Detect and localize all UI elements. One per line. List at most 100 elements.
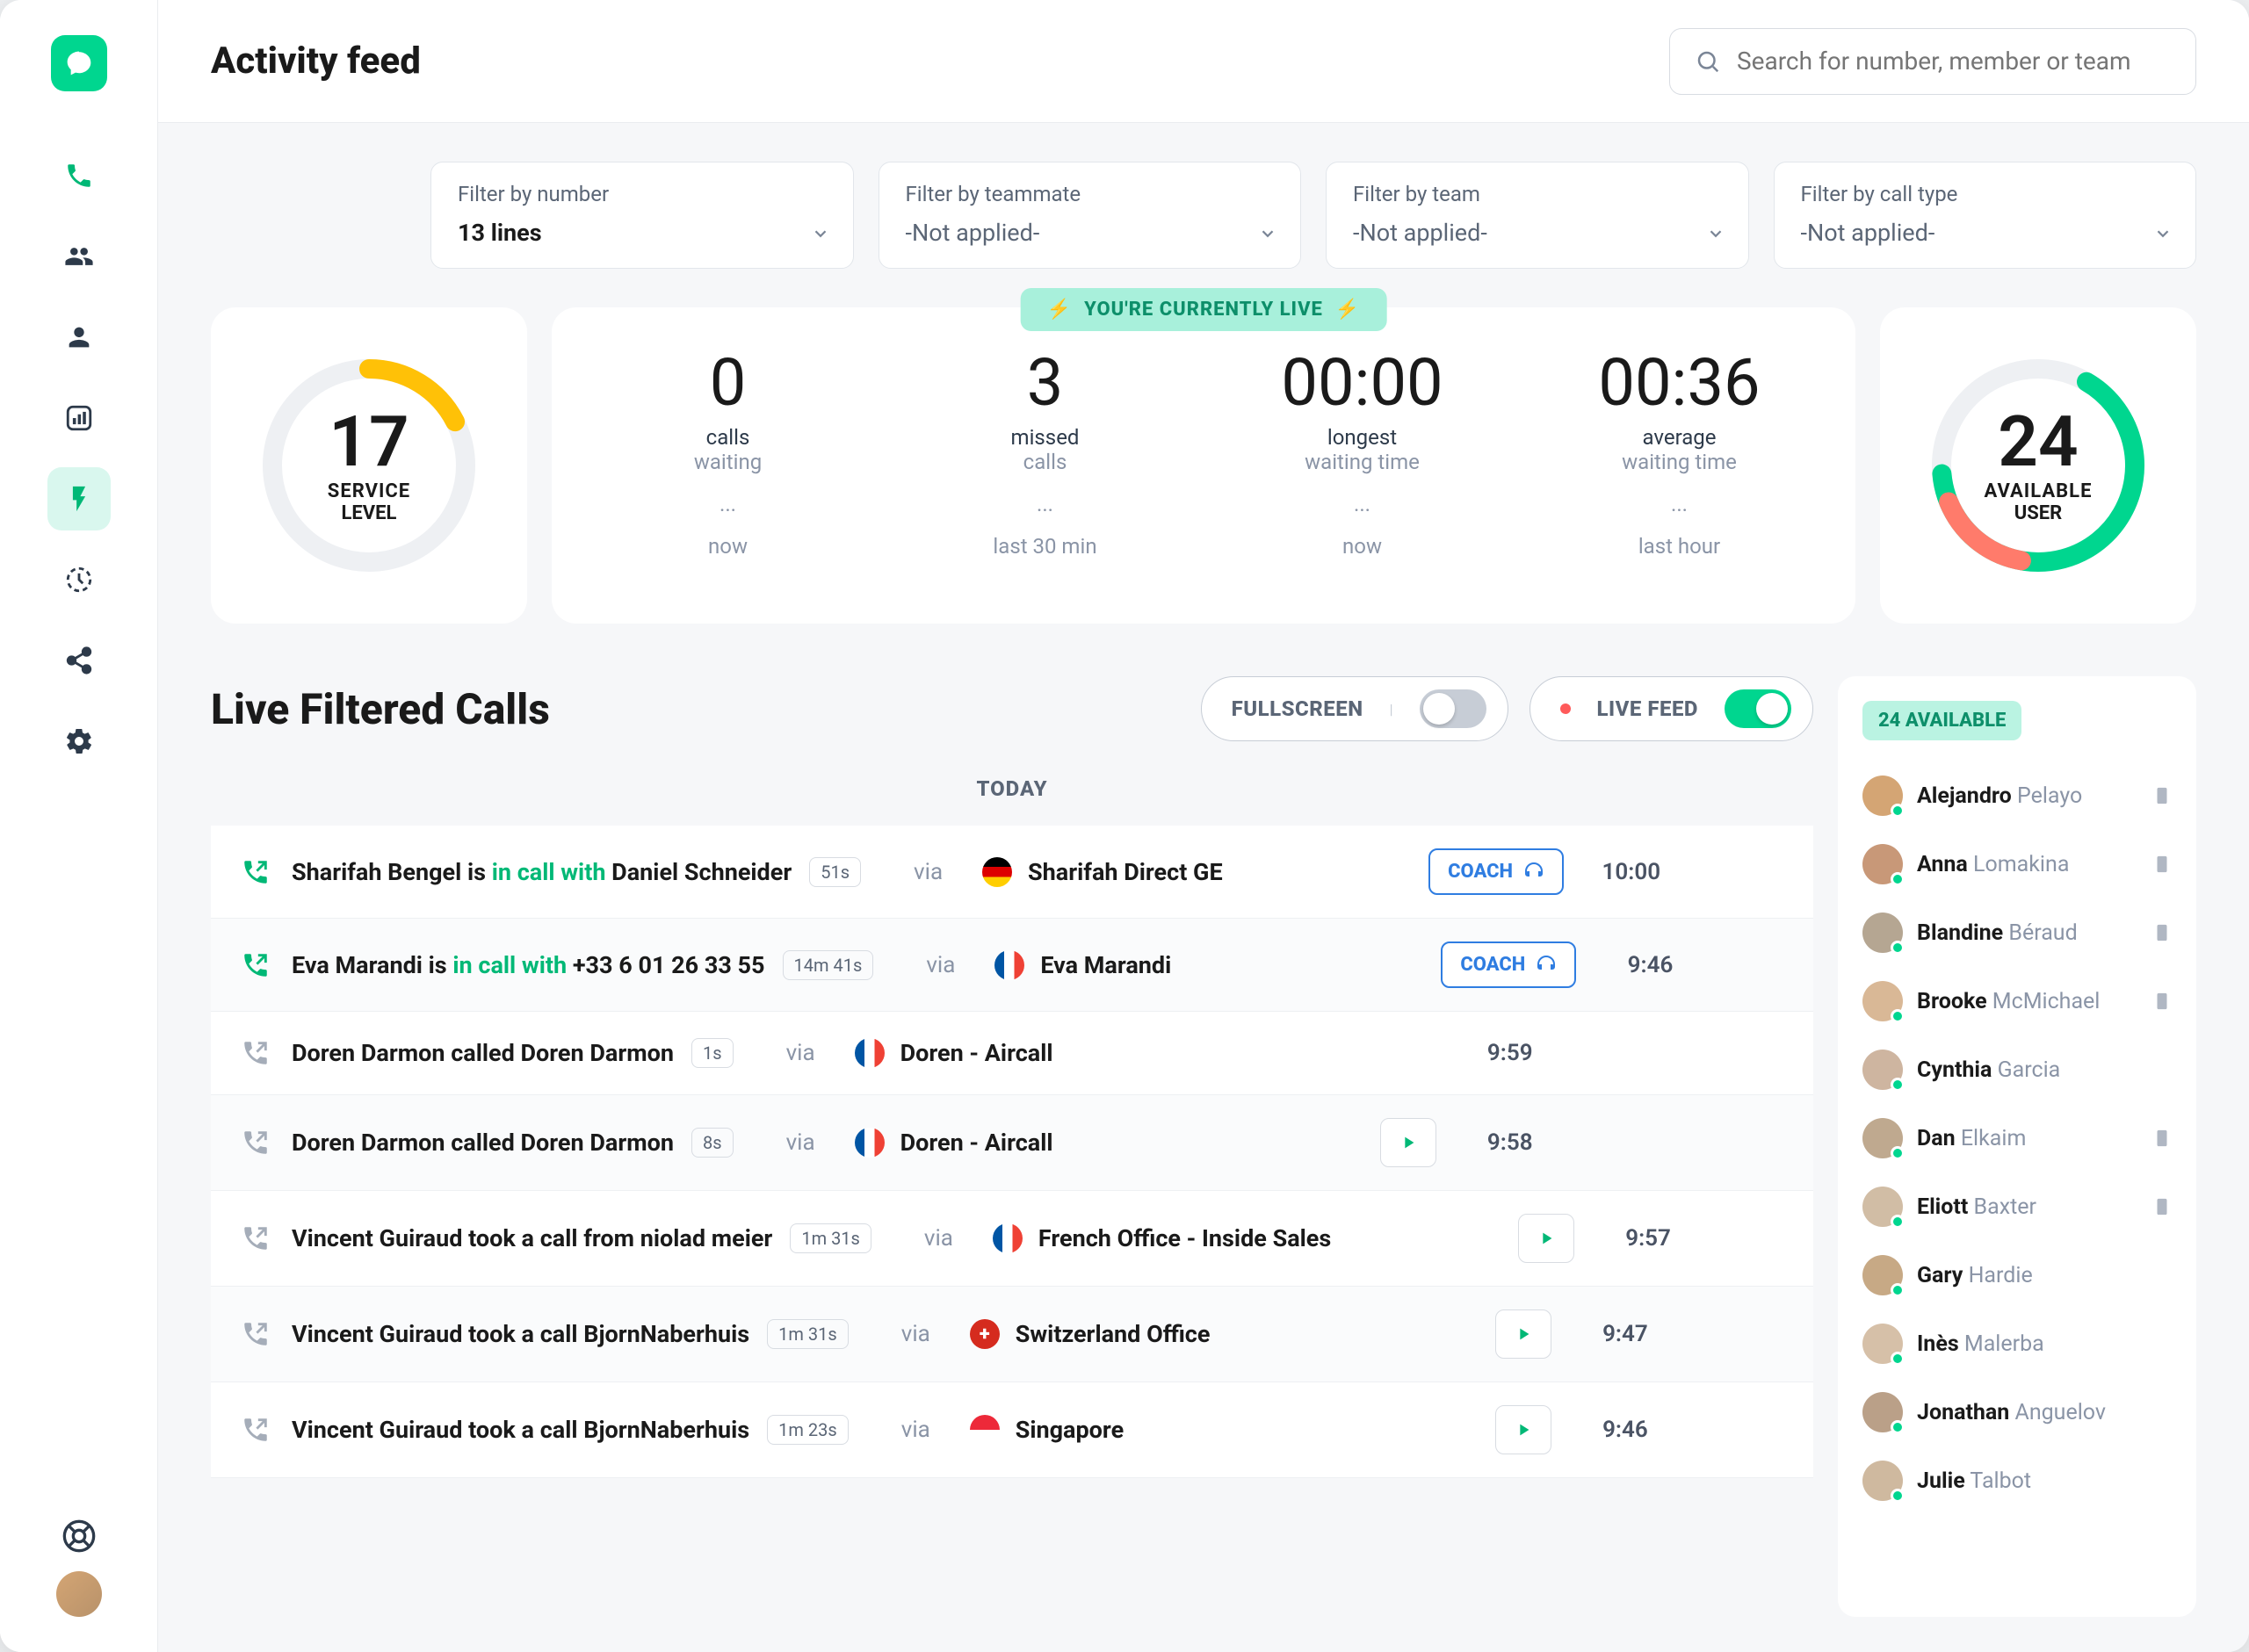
- user-row[interactable]: Brooke McMichael: [1862, 967, 2172, 1035]
- call-direction-icon: [237, 1035, 274, 1071]
- today-label: TODAY: [211, 776, 1813, 801]
- user-name: Gary Hardie: [1917, 1263, 2033, 1288]
- call-duration: 1m 31s: [790, 1223, 871, 1253]
- nav-activity-icon[interactable]: [47, 467, 111, 530]
- play-button[interactable]: [1495, 1405, 1551, 1454]
- flag-icon: [970, 1415, 1000, 1445]
- call-direction-icon: [237, 1220, 274, 1257]
- call-row[interactable]: Doren Darmon called Doren Darmon 1s via …: [211, 1012, 1813, 1095]
- avatar: [1862, 1324, 1903, 1364]
- avatar: [1862, 1392, 1903, 1432]
- page-title: Activity feed: [211, 40, 421, 83]
- live-badge: ⚡YOU'RE CURRENTLY LIVE⚡: [1021, 288, 1387, 331]
- via-label: via: [914, 859, 966, 885]
- user-row[interactable]: Dan Elkaim: [1862, 1104, 2172, 1172]
- user-row[interactable]: Jonathan Anguelov: [1862, 1378, 2172, 1446]
- device-icon: [2152, 783, 2172, 809]
- stat-value: 0: [578, 351, 878, 416]
- chevron-down-icon: [1706, 224, 1725, 243]
- office-name: Sharifah Direct GE: [1028, 858, 1406, 886]
- user-row[interactable]: Julie Talbot: [1862, 1446, 2172, 1515]
- call-duration: 51s: [809, 857, 861, 887]
- device-icon: [2152, 988, 2172, 1014]
- user-name: Cynthia Garcia: [1917, 1057, 2060, 1083]
- user-name: Julie Talbot: [1917, 1468, 2031, 1494]
- nav-history-icon[interactable]: [47, 548, 111, 611]
- call-duration: 8s: [691, 1128, 734, 1158]
- user-row[interactable]: Gary Hardie: [1862, 1241, 2172, 1309]
- play-button[interactable]: [1380, 1118, 1436, 1167]
- device-icon: [2152, 851, 2172, 877]
- call-row[interactable]: Vincent Guiraud took a call from niolad …: [211, 1191, 1813, 1287]
- nav-settings-icon[interactable]: [47, 710, 111, 773]
- call-description: Sharifah Bengel is in call with Daniel S…: [292, 858, 792, 886]
- search-box[interactable]: [1669, 28, 2196, 95]
- filter-value: -Not applied-: [1801, 219, 2170, 247]
- fullscreen-toggle[interactable]: FULLSCREEN |: [1201, 676, 1508, 741]
- chevron-down-icon: [811, 224, 830, 243]
- user-row[interactable]: Alejandro Pelayo: [1862, 761, 2172, 830]
- call-row[interactable]: Vincent Guiraud took a call BjornNaberhu…: [211, 1382, 1813, 1478]
- filter-label: Filter by teammate: [906, 182, 1275, 206]
- help-icon[interactable]: [61, 1519, 97, 1554]
- user-name: Eliott Baxter: [1917, 1194, 2036, 1220]
- avatar: [1862, 1187, 1903, 1227]
- nav-stats-icon[interactable]: [47, 386, 111, 450]
- livefeed-toggle[interactable]: LIVE FEED: [1529, 676, 1814, 741]
- live-dot-icon: [1560, 703, 1571, 714]
- flag-icon: [993, 1223, 1023, 1253]
- office-name: French Office - Inside Sales: [1038, 1224, 1416, 1252]
- play-button[interactable]: [1518, 1214, 1574, 1263]
- call-row[interactable]: Vincent Guiraud took a call BjornNaberhu…: [211, 1287, 1813, 1382]
- filter-dropdown[interactable]: Filter by number 13 lines: [430, 162, 854, 269]
- call-direction-icon: [237, 1411, 274, 1448]
- office-name: Switzerland Office: [1016, 1320, 1393, 1348]
- filter-value: 13 lines: [458, 219, 827, 247]
- user-row[interactable]: Inès Malerba: [1862, 1309, 2172, 1378]
- call-row[interactable]: Sharifah Bengel is in call with Daniel S…: [211, 826, 1813, 919]
- filter-value: -Not applied-: [1353, 219, 1722, 247]
- via-label: via: [786, 1040, 839, 1066]
- avatar: [1862, 844, 1903, 884]
- play-button[interactable]: [1495, 1309, 1551, 1359]
- call-duration: 14m 41s: [783, 950, 874, 980]
- coach-button[interactable]: COACH: [1441, 941, 1576, 988]
- nav-calls-icon[interactable]: [47, 144, 111, 207]
- call-time: 10:00: [1581, 859, 1660, 885]
- nav-user-icon[interactable]: [47, 306, 111, 369]
- feed-column: Live Filtered Calls FULLSCREEN | LIVE FE…: [211, 676, 1813, 1617]
- filter-label: Filter by call type: [1801, 182, 2170, 206]
- nav-share-icon[interactable]: [47, 629, 111, 692]
- user-row[interactable]: Blandine Béraud: [1862, 898, 2172, 967]
- call-direction-icon: [237, 1124, 274, 1161]
- via-label: via: [926, 952, 979, 978]
- filter-dropdown[interactable]: Filter by teammate -Not applied-: [879, 162, 1302, 269]
- nav-team-icon[interactable]: [47, 225, 111, 288]
- fullscreen-switch[interactable]: [1420, 689, 1486, 728]
- avatar: [1862, 1255, 1903, 1295]
- call-row[interactable]: Eva Marandi is in call with +33 6 01 26 …: [211, 919, 1813, 1012]
- call-direction-icon: [237, 1316, 274, 1353]
- avatar[interactable]: [56, 1571, 102, 1617]
- coach-button[interactable]: COACH: [1428, 848, 1564, 895]
- call-row[interactable]: Doren Darmon called Doren Darmon 8s via …: [211, 1095, 1813, 1191]
- stat-column: 00:36 average waiting time ... last hour: [1521, 351, 1838, 606]
- avatar: [1862, 981, 1903, 1021]
- filter-label: Filter by team: [1353, 182, 1722, 206]
- filter-dropdown[interactable]: Filter by team -Not applied-: [1326, 162, 1749, 269]
- user-row[interactable]: Eliott Baxter: [1862, 1172, 2172, 1241]
- call-direction-icon: [237, 854, 274, 891]
- user-row[interactable]: Cynthia Garcia: [1862, 1035, 2172, 1104]
- user-name: Blandine Béraud: [1917, 920, 2078, 946]
- livefeed-switch[interactable]: [1725, 689, 1791, 728]
- via-label: via: [786, 1129, 839, 1156]
- device-icon: [2152, 920, 2172, 946]
- topbar: Activity feed: [158, 0, 2249, 123]
- flag-icon: [982, 857, 1012, 887]
- filter-dropdown[interactable]: Filter by call type -Not applied-: [1774, 162, 2197, 269]
- call-description: Vincent Guiraud took a call BjornNaberhu…: [292, 1416, 749, 1444]
- search-icon: [1695, 48, 1721, 75]
- user-row[interactable]: Anna Lomakina: [1862, 830, 2172, 898]
- search-input[interactable]: [1737, 47, 2171, 76]
- available-user-card: 24 AVAILABLE USER: [1880, 307, 2196, 624]
